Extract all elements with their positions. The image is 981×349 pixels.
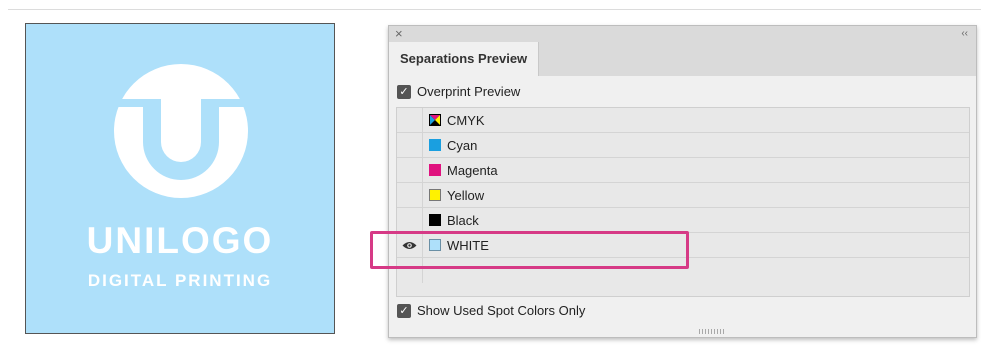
ink-label: Yellow bbox=[447, 188, 485, 203]
panel-resize-grip[interactable] bbox=[699, 329, 725, 334]
magenta-swatch-icon bbox=[429, 164, 441, 176]
show-used-spot-colors-checkbox[interactable]: ✓ bbox=[397, 304, 411, 318]
top-divider bbox=[8, 9, 981, 10]
ink-label: Cyan bbox=[447, 138, 478, 153]
ink-row-black[interactable]: Black bbox=[397, 208, 969, 233]
cyan-swatch-icon bbox=[429, 139, 441, 151]
separations-preview-panel: × ‹‹ Separations Preview ✓ Overprint Pre… bbox=[388, 25, 977, 338]
ink-row-cyan[interactable]: Cyan bbox=[397, 133, 969, 158]
overprint-preview-checkbox[interactable]: ✓ bbox=[397, 85, 411, 99]
yellow-swatch-icon bbox=[429, 189, 441, 201]
panel-title-bar: × ‹‹ bbox=[389, 26, 976, 41]
visibility-toggle[interactable] bbox=[397, 108, 423, 132]
ink-label: CMYK bbox=[447, 113, 485, 128]
ink-row-yellow[interactable]: Yellow bbox=[397, 183, 969, 208]
visibility-toggle[interactable] bbox=[397, 208, 423, 232]
cmyk-swatch-icon bbox=[429, 114, 441, 126]
visibility-toggle[interactable] bbox=[397, 183, 423, 207]
highlight-annotation bbox=[370, 231, 689, 269]
visibility-toggle[interactable] bbox=[397, 133, 423, 157]
tab-strip: Separations Preview bbox=[389, 41, 976, 76]
close-icon[interactable]: × bbox=[395, 26, 403, 41]
tab-separations-preview[interactable]: Separations Preview bbox=[389, 42, 539, 76]
black-swatch-icon bbox=[429, 214, 441, 226]
ink-label: Black bbox=[447, 213, 479, 228]
brand-tagline: DIGITAL PRINTING bbox=[87, 271, 273, 290]
logo-artwork: UNILOGO DIGITAL PRINTING bbox=[25, 23, 335, 334]
show-used-spot-colors-label: Show Used Spot Colors Only bbox=[417, 303, 586, 318]
visibility-toggle[interactable] bbox=[397, 158, 423, 182]
ink-row-cmyk[interactable]: CMYK bbox=[397, 108, 969, 133]
collapse-panel-icon[interactable]: ‹‹ bbox=[961, 26, 968, 41]
brand-name: UNILOGO bbox=[86, 220, 274, 261]
ink-label: Magenta bbox=[447, 163, 498, 178]
overprint-preview-label: Overprint Preview bbox=[417, 84, 521, 99]
ink-row-magenta[interactable]: Magenta bbox=[397, 158, 969, 183]
